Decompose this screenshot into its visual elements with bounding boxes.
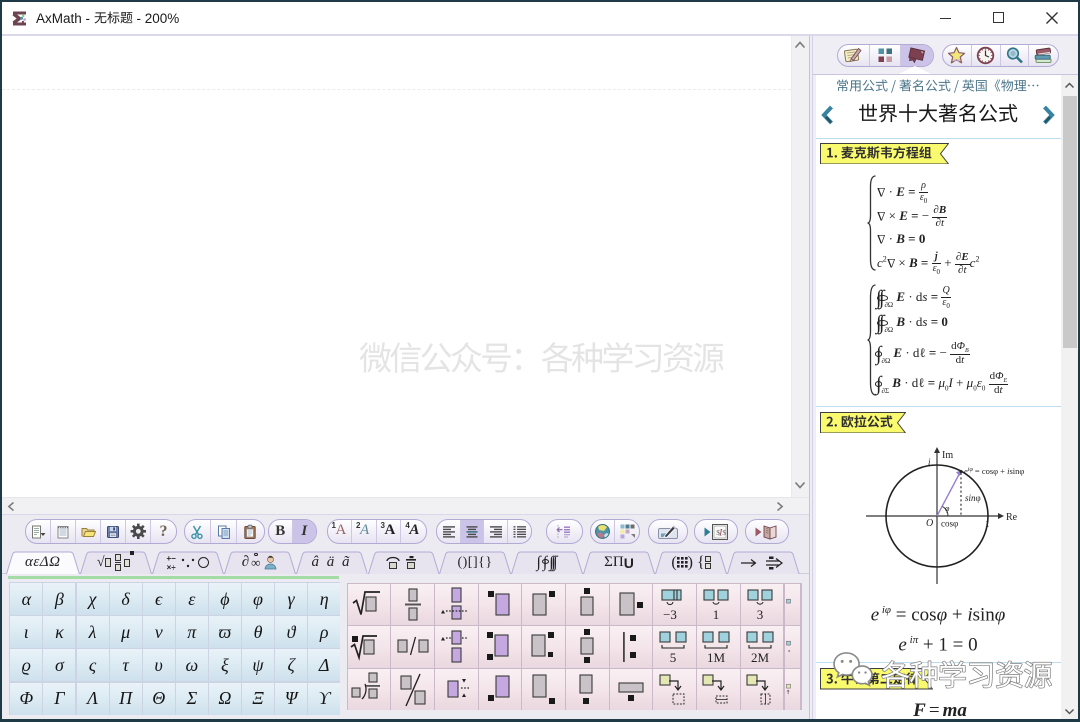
svg-text:−3: −3 xyxy=(663,607,677,622)
svg-text:cosφ: cosφ xyxy=(941,519,958,529)
svg-text:φ: φ xyxy=(945,504,950,513)
svg-text:Im: Im xyxy=(942,450,953,461)
svg-text:sinφ: sinφ xyxy=(965,493,981,503)
svg-text:2M: 2M xyxy=(751,650,770,665)
svg-text:Re: Re xyxy=(1006,512,1018,523)
svg-text:3: 3 xyxy=(757,607,764,622)
svg-text:$: $ xyxy=(722,528,726,537)
svg-text:x: x xyxy=(787,649,791,654)
svg-text:O: O xyxy=(926,518,933,529)
svg-text:eiφ = cosφ + isinφ: eiφ = cosφ + isinφ xyxy=(964,466,1024,476)
svg-text:1: 1 xyxy=(985,519,990,529)
svg-text:1: 1 xyxy=(713,607,720,622)
svg-text:1M: 1M xyxy=(707,650,726,665)
svg-text:5: 5 xyxy=(669,650,676,665)
